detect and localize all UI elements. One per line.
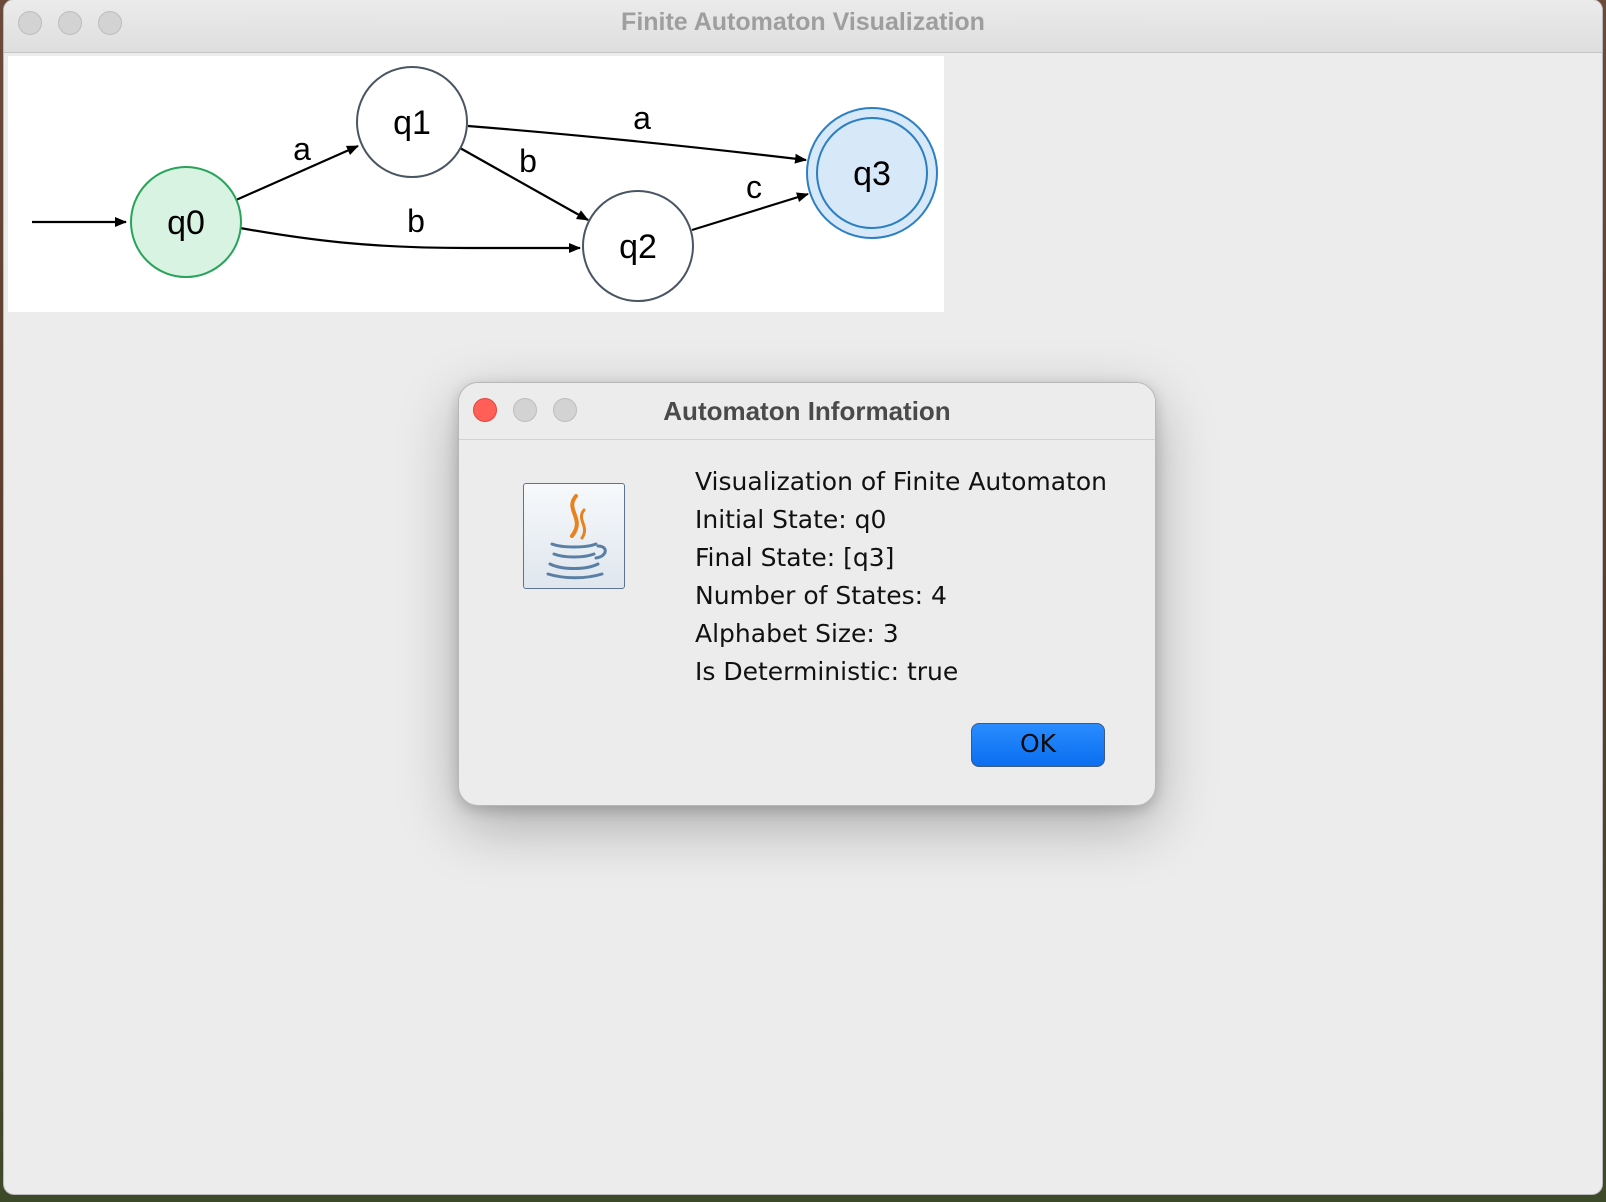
automaton-canvas: a b a b c q0 q1 q2 q3	[8, 56, 944, 312]
transition-label: b	[519, 143, 537, 179]
state-label-q1: q1	[393, 104, 431, 142]
window-title: Finite Automaton Visualization	[621, 8, 985, 36]
ok-button[interactable]: OK	[971, 723, 1105, 767]
info-line-number-of-states: Number of States: 4	[695, 581, 947, 610]
info-dialog: Automaton Information Visualization of F…	[458, 382, 1156, 806]
transition-label: a	[293, 131, 311, 167]
transition-label: c	[746, 169, 762, 205]
info-line-heading: Visualization of Finite Automaton	[695, 467, 1107, 496]
state-label-q3: q3	[853, 155, 891, 193]
main-titlebar[interactable]: Finite Automaton Visualization	[4, 0, 1602, 53]
info-line-is-deterministic: Is Deterministic: true	[695, 657, 959, 686]
dialog-titlebar[interactable]: Automaton Information	[459, 383, 1155, 440]
main-window: Finite Automaton Visualization a b a b c	[4, 0, 1602, 1194]
transition-label: a	[633, 100, 651, 136]
state-label-q2: q2	[619, 228, 657, 266]
info-line-final-state: Final State: [q3]	[695, 543, 895, 572]
info-line-alphabet-size: Alphabet Size: 3	[695, 619, 899, 648]
dialog-title: Automaton Information	[663, 396, 951, 426]
state-label-q0: q0	[167, 204, 205, 242]
java-coffee-cup-icon	[523, 483, 625, 589]
transition-label: b	[407, 203, 425, 239]
automaton-diagram: a b a b c q0 q1 q2 q3	[32, 66, 938, 302]
info-line-initial-state: Initial State: q0	[695, 505, 887, 534]
info-text: Visualization of Finite Automaton Initia…	[695, 463, 1135, 691]
